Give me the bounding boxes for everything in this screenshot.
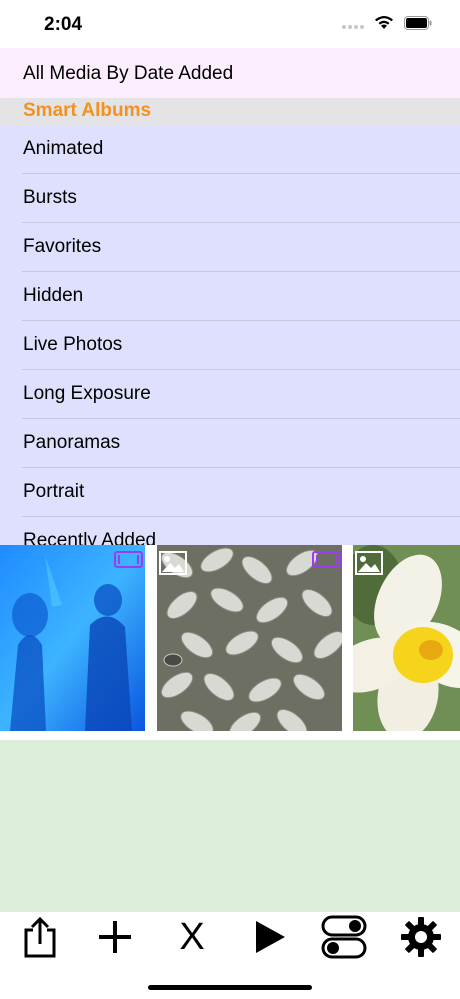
wifi-icon xyxy=(375,16,393,29)
play-icon xyxy=(256,921,285,953)
album-row-portrait[interactable]: Portrait xyxy=(0,468,460,517)
drop-area xyxy=(0,737,460,915)
album-list[interactable]: Animated Bursts Favorites Hidden Live Ph… xyxy=(0,125,460,545)
section-title: Smart Albums xyxy=(23,100,152,121)
album-label: Bursts xyxy=(23,187,77,208)
album-row-favorites[interactable]: Favorites xyxy=(0,223,460,272)
battery-icon xyxy=(404,15,432,30)
close-button[interactable]: X xyxy=(164,912,220,962)
album-label: Favorites xyxy=(23,236,102,257)
thumbnail-strip[interactable] xyxy=(0,545,460,735)
status-icons xyxy=(342,15,432,30)
album-label: Hidden xyxy=(23,285,84,306)
thumbnail-blue-silhouettes[interactable] xyxy=(0,545,145,731)
album-row-bursts[interactable]: Bursts xyxy=(0,174,460,223)
album-row-hidden[interactable]: Hidden xyxy=(0,272,460,321)
video-icon xyxy=(114,551,143,568)
album-label: Panoramas xyxy=(23,432,121,453)
thumbnail-leaf-pavement[interactable] xyxy=(157,545,342,731)
toggle-icon xyxy=(321,915,367,959)
album-row-long-exposure[interactable]: Long Exposure xyxy=(0,370,460,419)
share-icon xyxy=(24,916,56,958)
toggle-button[interactable] xyxy=(316,912,372,962)
section-header-smart-albums: Smart Albums xyxy=(0,98,460,125)
album-label: Live Photos xyxy=(23,334,123,355)
photo-blue-silhouettes xyxy=(0,545,145,731)
thumbnail-yellow-flower[interactable] xyxy=(353,545,460,731)
all-media-label: All Media By Date Added xyxy=(23,63,234,84)
status-bar: 2:04 xyxy=(0,0,460,48)
album-row-panoramas[interactable]: Panoramas xyxy=(0,419,460,468)
album-label: Recently Added xyxy=(23,530,157,545)
album-label: Long Exposure xyxy=(23,383,151,404)
gear-icon xyxy=(401,917,441,957)
home-indicator xyxy=(148,985,312,990)
album-label: Animated xyxy=(23,138,104,159)
add-icon xyxy=(99,921,131,953)
album-label: Portrait xyxy=(23,481,85,502)
video-icon xyxy=(312,551,341,568)
all-media-row[interactable]: All Media By Date Added xyxy=(0,48,460,98)
status-time: 2:04 xyxy=(44,14,83,35)
image-icon xyxy=(159,551,187,575)
play-button[interactable] xyxy=(242,912,298,962)
close-x-label: X xyxy=(179,915,205,958)
image-icon xyxy=(355,551,383,575)
cellular-signal-icon xyxy=(342,17,364,29)
share-button[interactable] xyxy=(12,912,68,962)
album-row-animated[interactable]: Animated xyxy=(0,125,460,174)
settings-button[interactable] xyxy=(393,912,449,962)
add-button[interactable] xyxy=(87,912,143,962)
album-row-live-photos[interactable]: Live Photos xyxy=(0,321,460,370)
album-row-recently-added[interactable]: Recently Added xyxy=(0,517,460,545)
